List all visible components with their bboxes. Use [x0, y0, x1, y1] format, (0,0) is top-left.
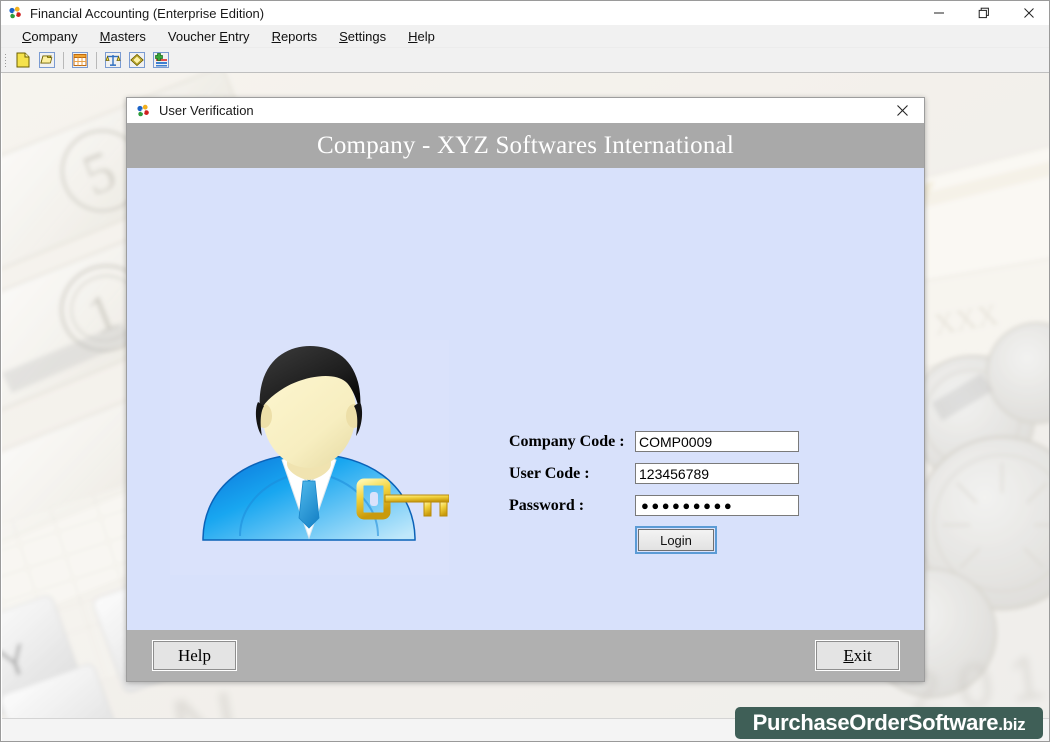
minimize-icon[interactable] — [916, 1, 961, 25]
watermark-tld: .biz — [998, 715, 1026, 734]
company-code-label: Company Code : — [509, 432, 625, 450]
dialog-header-banner: Company - XYZ Softwares International — [127, 123, 924, 168]
toolbar-separator — [96, 51, 97, 69]
user-code-input[interactable] — [635, 463, 799, 484]
open-folder-icon[interactable] — [36, 50, 58, 71]
close-icon[interactable] — [1006, 1, 1049, 25]
user-key-avatar — [170, 340, 449, 575]
menu-item-reports[interactable]: Reports — [261, 26, 329, 47]
help-button[interactable]: Help — [152, 640, 237, 671]
application-window: Financial Accounting (Enterprise Edition… — [0, 0, 1050, 742]
login-focus-ring: Login — [635, 526, 717, 554]
company-heading: Company - XYZ Softwares International — [316, 131, 735, 159]
login-button[interactable]: Login — [638, 529, 714, 551]
watermark-text: PurchaseOrderSoftware.biz — [753, 710, 1026, 736]
new-document-icon[interactable] — [12, 50, 34, 71]
app-icon — [7, 5, 23, 21]
window-controls — [916, 1, 1049, 25]
window-titlebar: Financial Accounting (Enterprise Edition… — [1, 1, 1049, 25]
user-code-label: User Code : — [509, 464, 590, 482]
form-row-company-code: Company Code : — [509, 430, 849, 453]
dialog-footer: Help Exit — [127, 630, 924, 681]
form-row-user-code: User Code : — [509, 462, 849, 485]
calendar-table-icon[interactable] — [69, 50, 91, 71]
window-title: Financial Accounting (Enterprise Edition… — [30, 5, 265, 21]
dialog-titlebar: User Verification — [127, 98, 924, 123]
login-form: Company Code : User Code : Password : ●●… — [509, 430, 849, 554]
menu-item-masters[interactable]: Masters — [89, 26, 157, 47]
toolbar-separator — [63, 51, 64, 69]
form-row-password: Password : ●●●●●●●●● — [509, 494, 849, 517]
add-report-icon[interactable] — [150, 50, 172, 71]
menu-item-settings[interactable]: Settings — [328, 26, 397, 47]
company-code-input[interactable] — [635, 431, 799, 452]
dialog-title: User Verification — [159, 103, 254, 118]
password-input[interactable]: ●●●●●●●●● — [635, 495, 799, 516]
user-verification-dialog: User Verification Company - XYZ Software… — [126, 97, 925, 682]
ledger-diamond-icon[interactable] — [126, 50, 148, 71]
restore-icon[interactable] — [961, 1, 1006, 25]
password-label: Password : — [509, 496, 585, 514]
exit-button[interactable]: Exit — [815, 640, 900, 671]
watermark-badge: PurchaseOrderSoftware.biz — [735, 707, 1043, 739]
dialog-body: Company Code : User Code : Password : ●●… — [127, 168, 924, 630]
app-icon — [135, 103, 151, 119]
menu-item-voucher-entry[interactable]: Voucher Entry — [157, 26, 261, 47]
menu-item-company[interactable]: Company — [11, 26, 89, 47]
toolbar-grip[interactable] — [4, 52, 8, 68]
balance-scale-icon[interactable] — [102, 50, 124, 71]
toolbar — [1, 48, 1049, 73]
menubar: Company Masters Voucher Entry Reports Se… — [1, 25, 1049, 48]
watermark-main: PurchaseOrderSoftware — [752, 710, 999, 735]
menu-item-help[interactable]: Help — [397, 26, 446, 47]
close-icon[interactable] — [880, 98, 924, 123]
